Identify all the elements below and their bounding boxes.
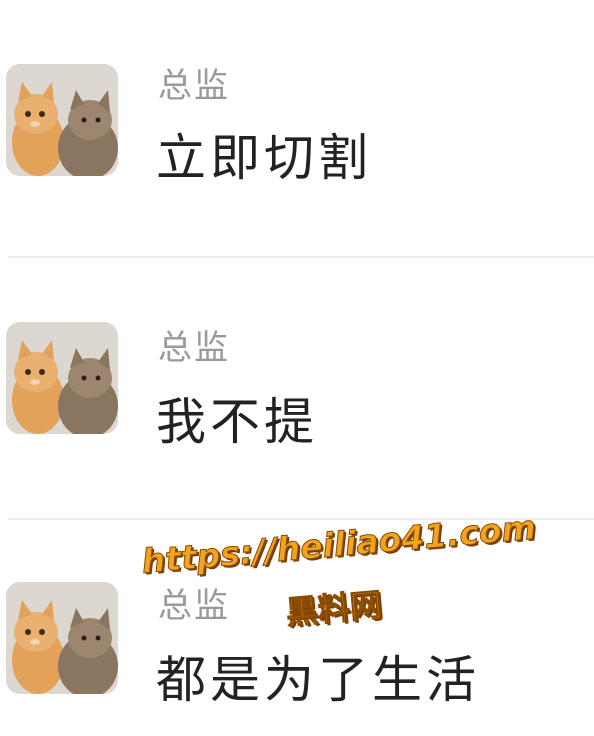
- sender-name: 总监: [158, 66, 230, 106]
- chat-message: 总监 都是为了生活: [0, 520, 594, 736]
- message-text[interactable]: 都是为了生活: [156, 650, 480, 710]
- chat-message: 总监 我不提: [0, 258, 594, 520]
- two-kittens-avatar-icon: [6, 64, 118, 176]
- message-text[interactable]: 我不提: [156, 392, 318, 452]
- sender-avatar[interactable]: [6, 322, 118, 434]
- message-text[interactable]: 立即切割: [156, 128, 372, 188]
- two-kittens-avatar-icon: [6, 582, 118, 694]
- sender-avatar[interactable]: [6, 64, 118, 176]
- sender-name: 总监: [158, 586, 230, 626]
- chat-message: 总监 立即切割: [0, 0, 594, 258]
- sender-name: 总监: [158, 328, 230, 368]
- two-kittens-avatar-icon: [6, 322, 118, 434]
- sender-avatar[interactable]: [6, 582, 118, 694]
